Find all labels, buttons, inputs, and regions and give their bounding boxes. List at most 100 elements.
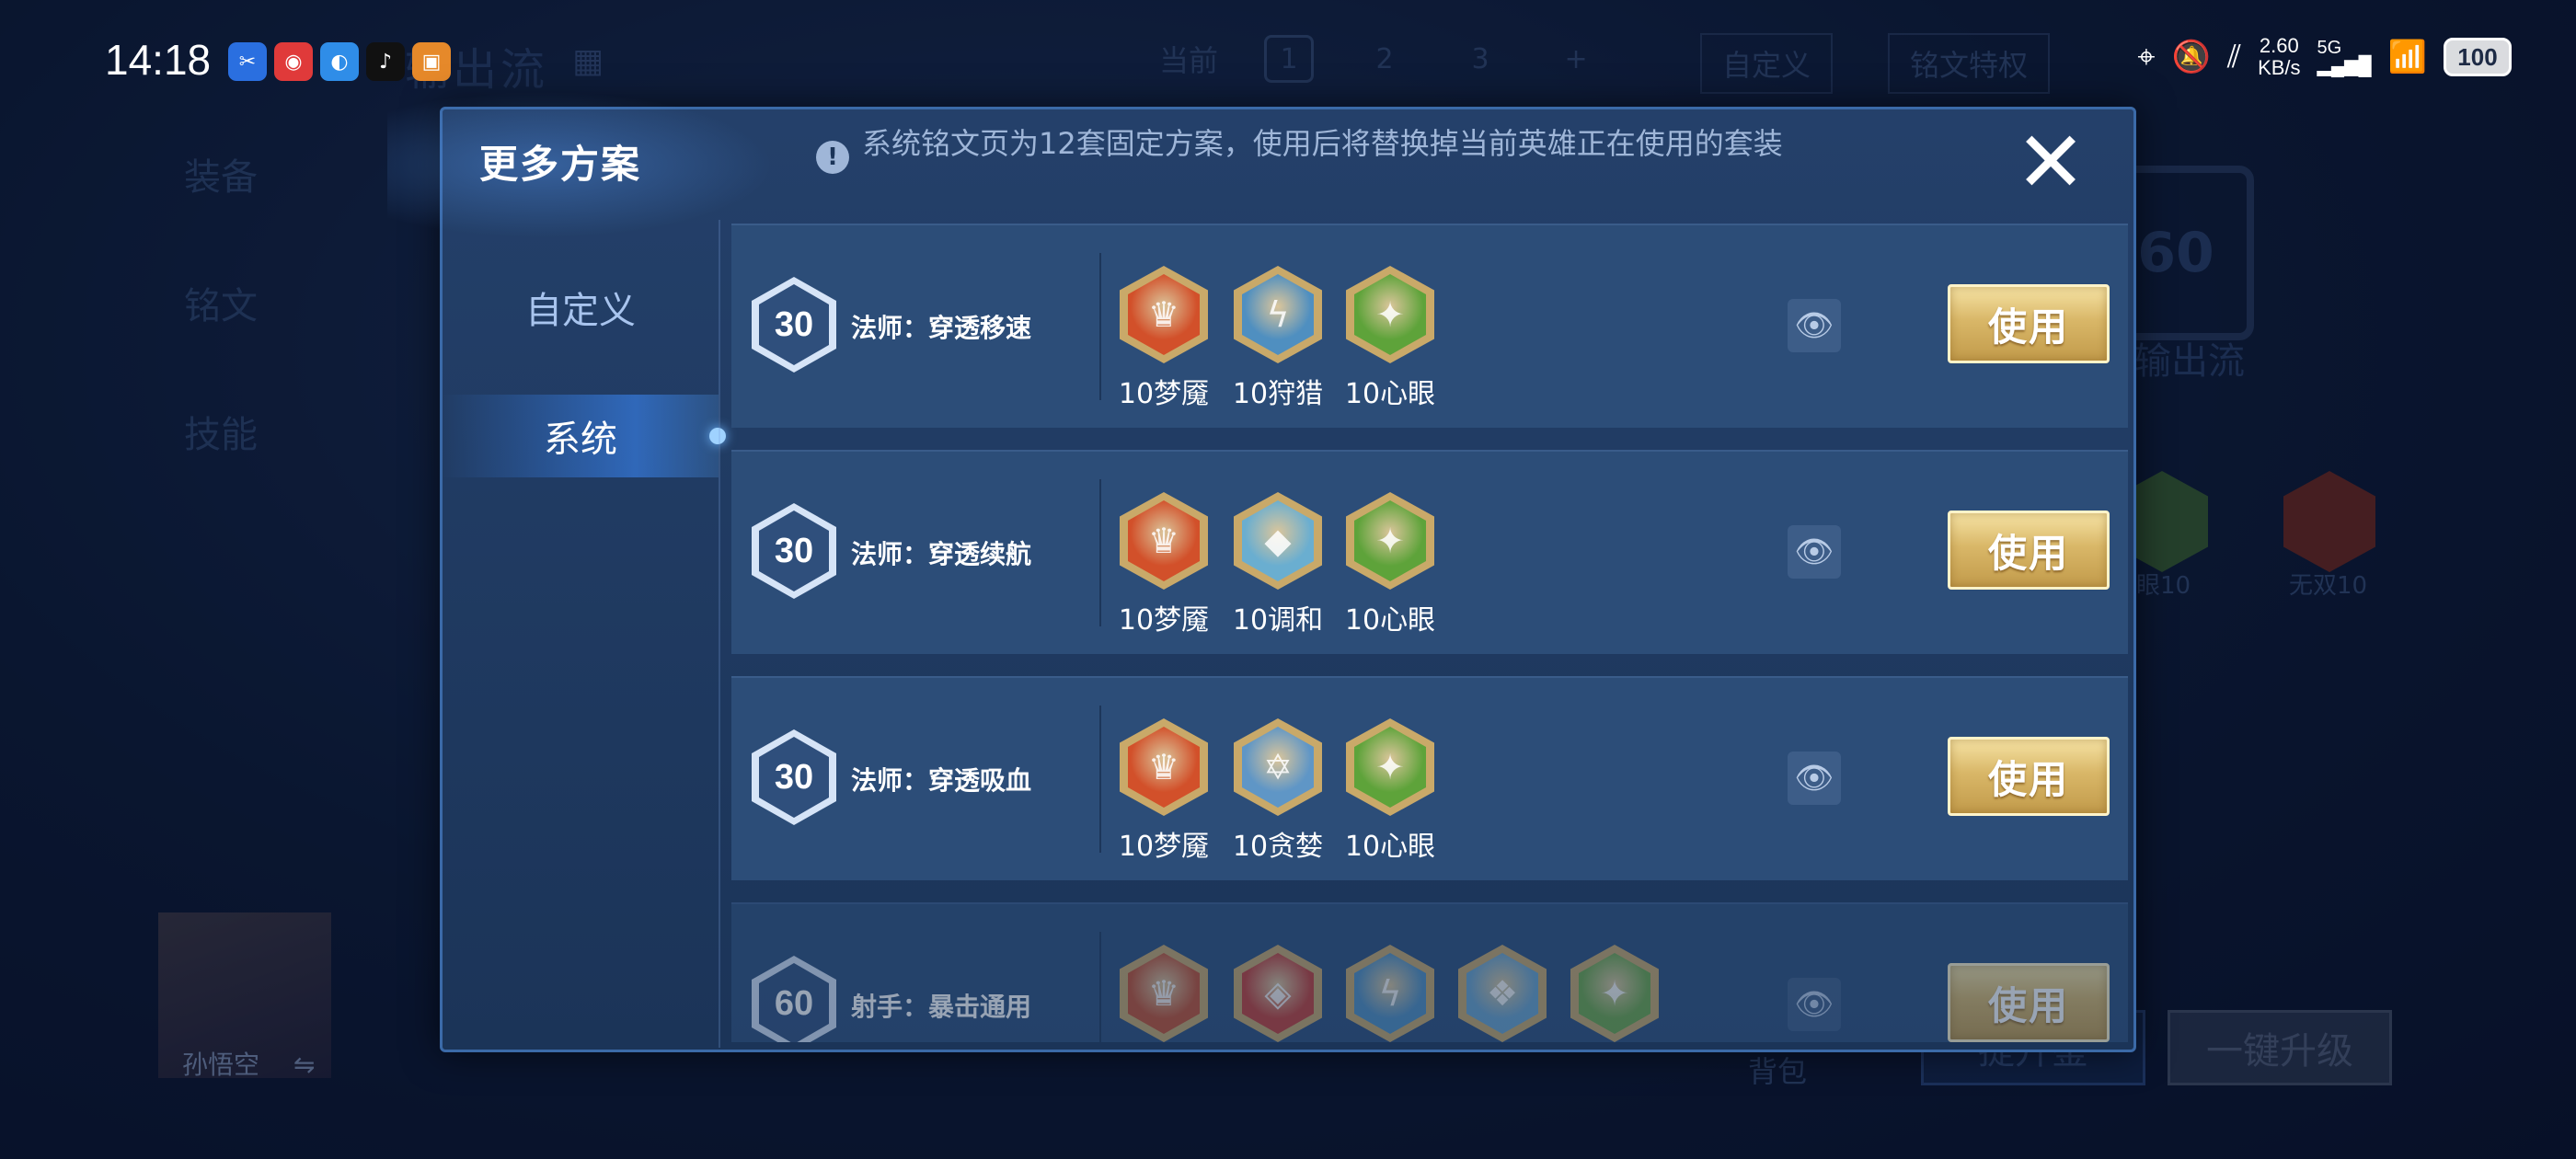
rune-icon: ♛ xyxy=(1120,266,1208,363)
rune-frame: ❖ xyxy=(1458,945,1547,1042)
level-badge: 30 xyxy=(752,503,836,599)
rune-icon: ◆ xyxy=(1234,492,1322,590)
rune-label: 10梦魇 xyxy=(1118,604,1210,637)
rune-icon: ✦ xyxy=(1346,718,1434,816)
rune-icon: ✦ xyxy=(1346,266,1434,363)
rune-glyph: ❖ xyxy=(1466,953,1538,1034)
modal-notice: 系统铭文页为12套固定方案，使用后将替换掉当前英雄正在使用的套装 xyxy=(862,126,1783,161)
level-value: 30 xyxy=(759,284,829,365)
rune-label: 10调和 xyxy=(1232,604,1324,637)
rune-label: 10贪婪 xyxy=(1232,831,1324,863)
signal-icon: ▂▄▆█ xyxy=(2317,56,2372,76)
plan-row: 60 射手：暴击通用 ♛ ◈ ϟ ❖ ✦ 👁 使用 xyxy=(731,902,2128,1042)
rune-frame: ♛ xyxy=(1120,266,1208,363)
preview-eye-icon[interactable]: 👁 xyxy=(1788,752,1841,805)
rune-icon: ♛ xyxy=(1120,945,1208,1042)
preview-eye-icon[interactable]: 👁 xyxy=(1788,525,1841,579)
rune-glyph: ✡ xyxy=(1242,727,1314,808)
more-plans-modal: 更多方案 ! 系统铭文页为12套固定方案，使用后将替换掉当前英雄正在使用的套装 … xyxy=(387,91,2136,1052)
use-button[interactable]: 使用 xyxy=(1948,963,2110,1042)
active-tab-indicator xyxy=(709,428,726,444)
rune-icon: ◈ xyxy=(1234,945,1322,1042)
rune-icon: ✡ xyxy=(1234,718,1322,816)
plan-name: 法师：穿透续航 xyxy=(851,539,1032,569)
game-app-icon: ▣ xyxy=(412,42,451,81)
rune-frame: ♛ xyxy=(1120,945,1208,1042)
rune-glyph: ϟ xyxy=(1354,953,1426,1034)
rune-frame: ◈ xyxy=(1234,945,1322,1042)
rune-frame: ✦ xyxy=(1346,492,1434,590)
status-right: ⌖ 🔕 ⫽ 2.60 KB/s 5G ▂▄▆█ 📶 100 xyxy=(2137,35,2512,79)
wifi-icon: 📶 xyxy=(2387,40,2427,75)
level-badge: 60 xyxy=(752,956,836,1042)
plan-list[interactable]: 30 法师：穿透移速 ♛ 10梦魇 ϟ 10狩猎 ✦ 10心眼 👁 使用 30 法师：穿透续航 ♛ 10梦… xyxy=(731,224,2128,1042)
battery-indicator: 100 xyxy=(2444,38,2512,76)
rune-glyph: ✦ xyxy=(1579,953,1650,1034)
modal-header: 更多方案 ! 系统铭文页为12套固定方案，使用后将替换掉当前英雄正在使用的套装 … xyxy=(443,109,2133,220)
plan-name: 法师：穿透吸血 xyxy=(851,765,1032,796)
status-bar: 14:18 ✂ ◉ ◐ ♪ ▣ ⌖ 🔕 ⫽ 2.60 KB/s 5G ▂▄▆█ 📶 10… xyxy=(0,0,2576,120)
tab-system-label: 系统 xyxy=(544,419,617,461)
rune-glyph: ♛ xyxy=(1128,500,1200,581)
rune-label: 10梦魇 xyxy=(1118,378,1210,410)
rune-frame: ϟ xyxy=(1234,266,1322,363)
blue-app-icon: ◐ xyxy=(320,42,359,81)
net-speed: 2.60 KB/s xyxy=(2258,35,2300,79)
rune-frame: ϟ xyxy=(1346,945,1434,1042)
info-icon: ! xyxy=(816,141,849,174)
row-divider xyxy=(1099,706,1101,853)
row-divider xyxy=(1099,479,1101,626)
tiktok-icon: ♪ xyxy=(366,42,405,81)
preview-eye-icon[interactable]: 👁 xyxy=(1788,299,1841,352)
rune-frame: ✦ xyxy=(1346,718,1434,816)
rune-label: 10梦魇 xyxy=(1118,831,1210,863)
rune-icon: ✦ xyxy=(1570,945,1659,1042)
rune-label: 10狩猎 xyxy=(1232,378,1324,410)
row-divider xyxy=(1099,253,1101,400)
tab-custom-label: 自定义 xyxy=(525,290,636,332)
rune-glyph: ✦ xyxy=(1354,727,1426,808)
network-type: 5G ▂▄▆█ xyxy=(2317,39,2372,75)
rune-glyph: ♛ xyxy=(1128,274,1200,355)
modal-title: 更多方案 xyxy=(479,142,642,187)
level-badge: 30 xyxy=(752,729,836,825)
tab-custom[interactable]: 自定义 xyxy=(443,266,719,349)
rune-frame: ♛ xyxy=(1120,718,1208,816)
plan-row: 30 法师：穿透续航 ♛ 10梦魇 ◆ 10调和 ✦ 10心眼 👁 使用 xyxy=(731,450,2128,654)
scissors-app-icon: ✂ xyxy=(228,42,267,81)
rune-label: 10心眼 xyxy=(1344,604,1436,637)
rune-icon: ✦ xyxy=(1346,492,1434,590)
network-type-text: 5G xyxy=(2317,38,2342,58)
rune-label: 10心眼 xyxy=(1344,831,1436,863)
rune-glyph: ◆ xyxy=(1242,500,1314,581)
close-button[interactable]: ✕ xyxy=(2008,120,2093,207)
use-button[interactable]: 使用 xyxy=(1948,737,2110,816)
rune-icon: ϟ xyxy=(1346,945,1434,1042)
status-app-icons: ✂ ◉ ◐ ♪ ▣ xyxy=(228,42,451,81)
net-speed-unit: KB/s xyxy=(2258,56,2301,79)
rune-icon: ♛ xyxy=(1120,492,1208,590)
preview-eye-icon[interactable]: 👁 xyxy=(1788,978,1841,1031)
rune-glyph: ✦ xyxy=(1354,274,1426,355)
level-badge: 30 xyxy=(752,277,836,373)
rune-icon: ❖ xyxy=(1458,945,1547,1042)
location-icon: ⌖ xyxy=(2137,39,2156,75)
rune-glyph: ✦ xyxy=(1354,500,1426,581)
plan-row: 30 法师：穿透移速 ♛ 10梦魇 ϟ 10狩猎 ✦ 10心眼 👁 使用 xyxy=(731,224,2128,428)
level-value: 60 xyxy=(759,963,829,1042)
use-button[interactable]: 使用 xyxy=(1948,511,2110,590)
plan-name: 法师：穿透移速 xyxy=(851,313,1032,343)
rune-glyph: ♛ xyxy=(1128,727,1200,808)
level-value: 30 xyxy=(759,511,829,591)
tab-system[interactable]: 系统 xyxy=(443,395,726,477)
rune-icon: ♛ xyxy=(1120,718,1208,816)
plan-name: 射手：暴击通用 xyxy=(851,992,1032,1022)
rune-frame: ✦ xyxy=(1570,945,1659,1042)
level-value: 30 xyxy=(759,737,829,818)
rune-glyph: ◈ xyxy=(1242,953,1314,1034)
modal-side-tabs: 自定义 系统 xyxy=(443,220,726,1048)
rune-glyph: ϟ xyxy=(1242,274,1314,355)
mute-icon: 🔕 xyxy=(2171,40,2211,75)
use-button[interactable]: 使用 xyxy=(1948,284,2110,363)
status-time: 14:18 xyxy=(105,36,212,84)
